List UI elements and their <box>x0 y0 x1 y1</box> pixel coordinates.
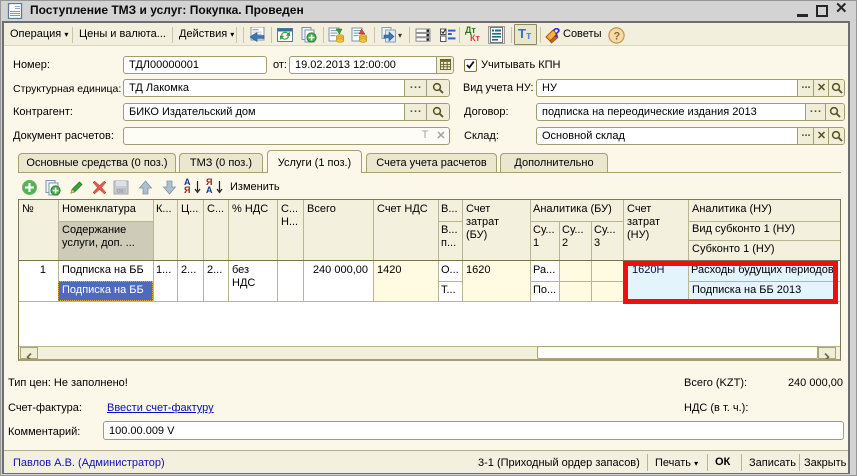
svg-text:?: ? <box>614 31 621 43</box>
svg-text:ОК: ОК <box>117 189 124 194</box>
svg-text:?: ? <box>553 26 561 40</box>
